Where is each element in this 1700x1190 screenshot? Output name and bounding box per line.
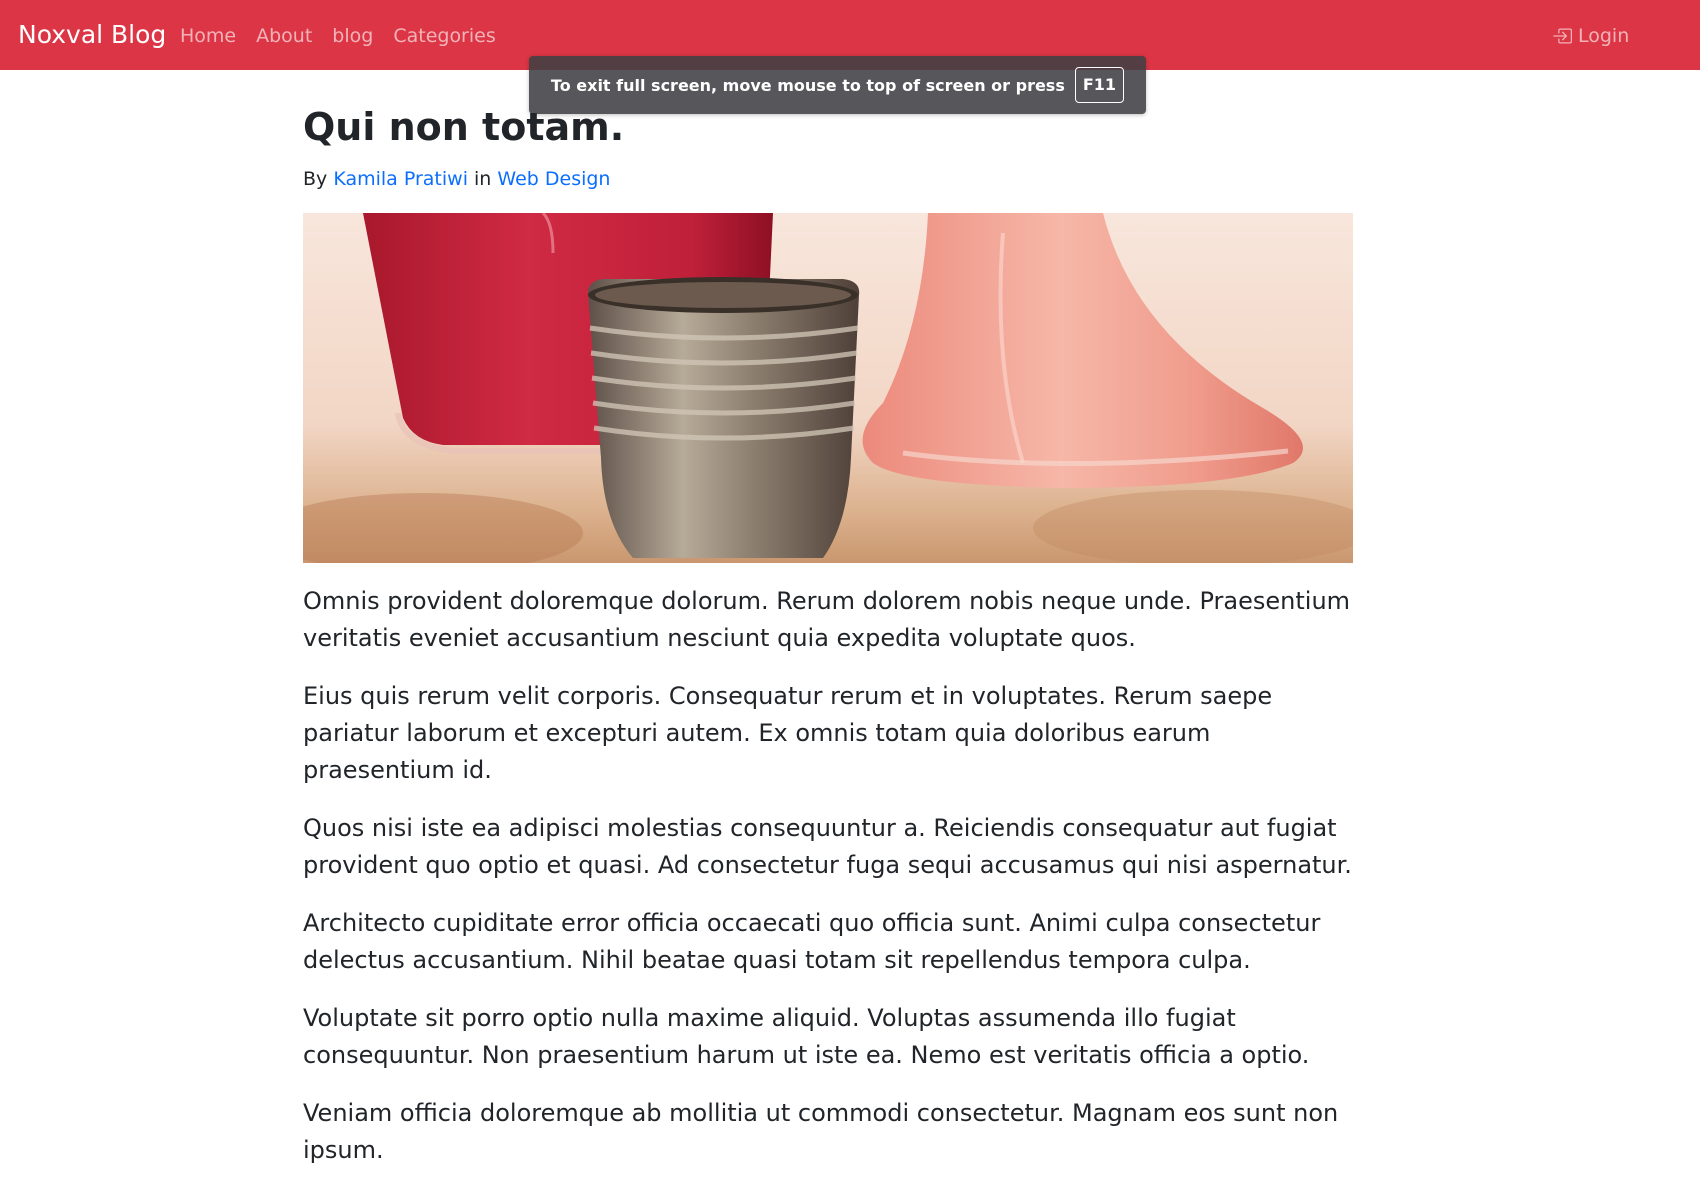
fullscreen-notice-message: To exit full screen, move mouse to top o… [550,75,1065,95]
article-paragraph: Quos nisi iste ea adipisci molestias con… [303,814,1352,879]
article-body: Omnis provident doloremque dolorum. Reru… [303,583,1353,1169]
article-paragraph: Veniam officia doloremque ab mollitia ut… [303,1099,1339,1164]
article-hero-image [303,213,1353,563]
nav-link-categories[interactable]: Categories [393,22,495,50]
article-paragraph: Voluptate sit porro optio nulla maxime a… [303,1004,1310,1069]
article-paragraph: Architecto cupiditate error officia occa… [303,909,1321,974]
author-link[interactable]: Kamila Pratiwi [333,168,468,190]
article: Qui non totam. By Kamila Pratiwi in Web … [303,98,1353,1190]
brand-logo[interactable]: Noxval Blog [18,18,166,52]
nav-links: Home About blog Categories [180,22,496,50]
article-paragraph: Omnis provident doloremque dolorum. Reru… [303,587,1351,652]
category-link[interactable]: Web Design [497,168,610,190]
nav-link-about[interactable]: About [256,22,312,50]
article-paragraph: Eius quis rerum velit corporis. Consequa… [303,682,1273,784]
login-label: Login [1578,25,1630,47]
article-title: Qui non totam. [303,105,625,149]
login-link[interactable]: Login [1552,22,1629,50]
meta-by-label: By [303,168,328,190]
box-arrow-in-right-icon [1552,26,1572,46]
nav-link-home[interactable]: Home [180,22,236,50]
article-meta: By Kamila Pratiwi in Web Design [303,165,1353,193]
nav-link-blog[interactable]: blog [332,22,373,50]
meta-in-label: in [474,168,492,190]
